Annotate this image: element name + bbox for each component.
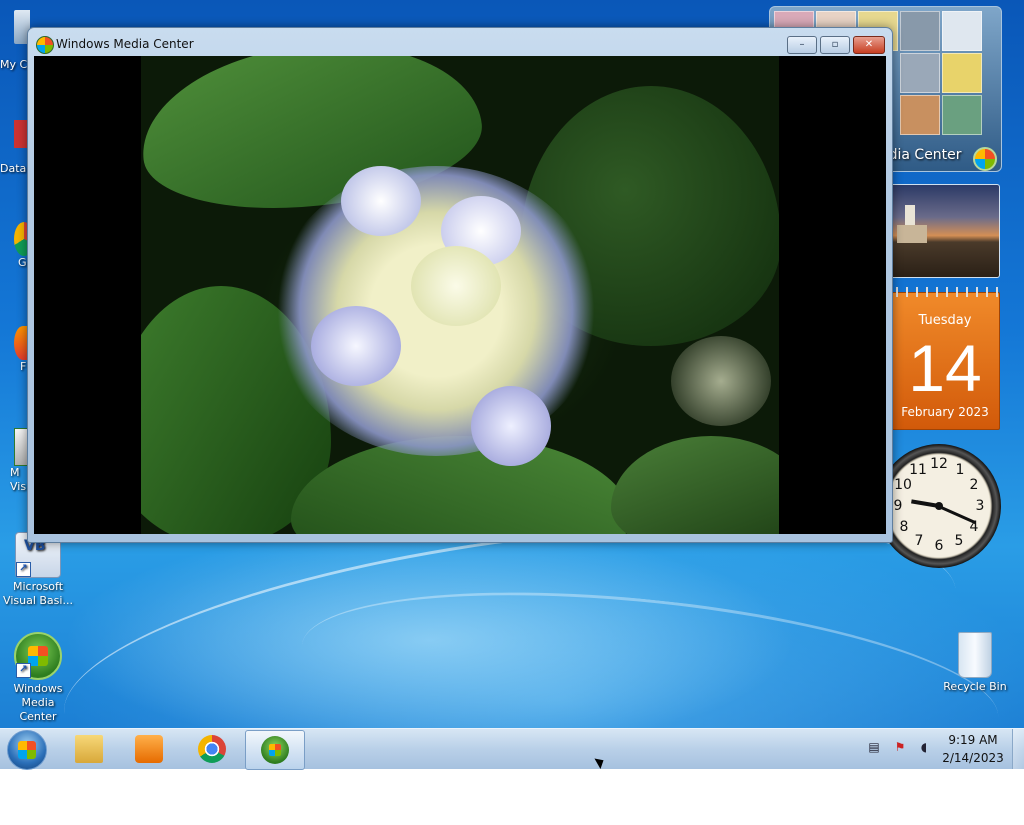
slideshow-gadget[interactable] [890, 184, 1000, 278]
flower-petal [311, 306, 401, 386]
gadget-tile [900, 95, 940, 135]
flower-petal [471, 386, 551, 466]
flower-petal [671, 336, 771, 426]
clock-numeral-6: 6 [934, 538, 944, 554]
desktop-icon-recycle-bin[interactable]: Recycle Bin [939, 632, 1011, 694]
calendar-gadget[interactable]: Tuesday 14 February 2023 [890, 287, 1000, 430]
clock-gadget[interactable]: 12 1 2 3 4 5 6 7 8 9 10 11 [877, 444, 1001, 568]
start-button[interactable] [7, 730, 47, 770]
clock-center-pin [935, 502, 943, 510]
chrome-icon [198, 735, 226, 763]
taskbar-date[interactable]: 2/14/2023 [940, 751, 1006, 765]
media-center-app-icon [36, 36, 54, 54]
media-player-icon [135, 735, 163, 763]
folder-icon [75, 735, 103, 763]
clock-numeral-8: 8 [899, 519, 909, 535]
clock-numeral-12: 12 [930, 456, 948, 472]
clock-numeral-3: 3 [975, 498, 985, 514]
calendar-month-year: February 2023 [901, 405, 989, 419]
desktop-icon-data[interactable]: Data [0, 120, 30, 180]
desktop-icon-google-chrome[interactable]: G C [0, 222, 30, 298]
leaf-shape [611, 436, 779, 534]
volume-tile [900, 11, 940, 51]
volume-icon[interactable]: ◖ [916, 739, 932, 755]
window-title: Windows Media Center [56, 37, 194, 51]
desktop-icon-visual-basic[interactable]: VB ↗ Microsoft Visual Basi... [2, 532, 74, 608]
shortcut-arrow-icon: ↗ [16, 663, 31, 678]
taskbar-chrome-button[interactable] [183, 730, 241, 768]
clock-tile [942, 11, 982, 51]
play-tile [900, 53, 940, 93]
desktop-icon-label: Data [0, 162, 27, 175]
gadget-tile [942, 53, 982, 93]
desktop-icon-my-computer[interactable]: My C [0, 10, 30, 74]
clock-numeral-11: 11 [909, 462, 927, 478]
media-viewer[interactable] [34, 56, 886, 534]
desktop-icon-label: Windows Media Center [13, 682, 63, 723]
network-icon[interactable]: ▤ [866, 739, 882, 755]
media-center-icon [261, 736, 289, 764]
calendar-day-number: 14 [908, 331, 982, 405]
desktop-icon-firefox[interactable]: F [0, 326, 30, 386]
media-center-icon: ↗ [14, 632, 62, 680]
house-image [897, 225, 927, 243]
windows-logo-icon [973, 147, 997, 171]
taskbar-media-center-button[interactable] [245, 730, 305, 770]
taskbar-explorer-button[interactable] [60, 730, 118, 768]
flag-icon[interactable]: ⚑ [892, 739, 908, 755]
windows-logo-icon [18, 741, 36, 759]
calendar-weekday: Tuesday [918, 313, 972, 328]
show-desktop-button[interactable] [1012, 729, 1024, 769]
desktop-icon-windows-media-center[interactable]: ↗ Windows Media Center [2, 632, 74, 724]
taskbar-media-player-button[interactable] [120, 730, 178, 768]
clock-numeral-2: 2 [969, 477, 979, 493]
flower-petal [341, 166, 421, 236]
desktop-icon-label: My C [0, 58, 28, 71]
desktop-icon-label: Microsoft Visual Basi... [3, 580, 73, 607]
taskbar-time[interactable]: 9:19 AM [940, 733, 1006, 747]
close-button[interactable]: ✕ [853, 36, 885, 54]
flower-petal [411, 246, 501, 326]
clock-numeral-5: 5 [954, 533, 964, 549]
system-tray: ▤ ⚑ ◖ [866, 737, 936, 761]
gadget-tile [942, 95, 982, 135]
calendar-rings [891, 287, 999, 297]
media-center-window[interactable]: Windows Media Center – ▫ ✕ [27, 27, 893, 543]
hydrangea-photo [141, 56, 779, 534]
taskbar: ▤ ⚑ ◖ 9:19 AM 2/14/2023 [0, 728, 1024, 770]
desktop-icon-label: Recycle Bin [943, 680, 1007, 693]
desktop-icon-microsoft-visual[interactable]: M Visu [0, 428, 30, 506]
maximize-button[interactable]: ▫ [820, 36, 850, 54]
shortcut-arrow-icon: ↗ [16, 562, 31, 577]
minimize-button[interactable]: – [787, 36, 817, 54]
recycle-bin-icon [958, 632, 992, 678]
